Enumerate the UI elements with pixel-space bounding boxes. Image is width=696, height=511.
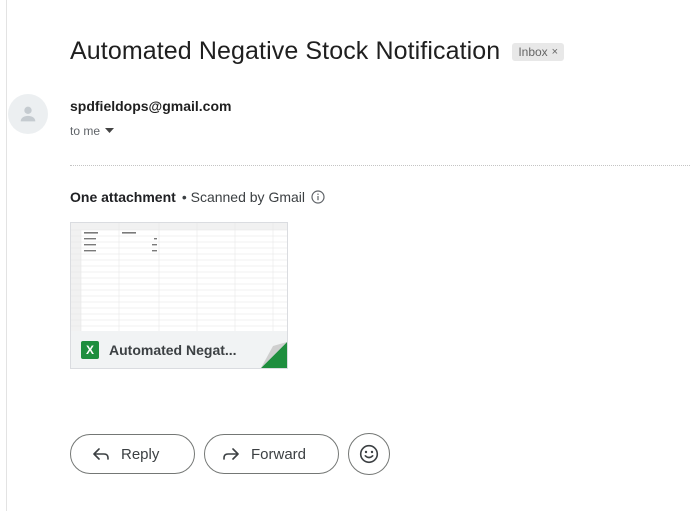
forward-label: Forward [251,445,307,463]
attachment-card[interactable]: X Automated Negat... [70,222,288,369]
reply-arrow-icon [93,448,109,460]
person-icon [20,106,36,122]
remove-label-button[interactable]: × [552,46,558,58]
attachment-file-name: Automated Negat... [109,341,237,358]
reply-button[interactable]: Reply [70,434,195,474]
attachment-count: One attachment [70,189,176,205]
avatar[interactable] [8,94,48,134]
reply-label: Reply [121,445,160,463]
excel-icon: X [81,340,99,359]
spreadsheet-thumbnail [71,223,287,331]
smiley-icon [359,444,379,464]
recipient-label: to me [70,124,101,138]
emoji-reaction-button[interactable] [348,433,390,475]
subject-row: Automated Negative Stock Notification In… [70,37,565,66]
caret-down-icon [105,128,115,133]
sender-email[interactable]: spdfieldops@gmail.com [70,98,231,114]
forward-button[interactable]: Forward [204,434,339,474]
email-subject: Automated Negative Stock Notification [70,37,501,65]
recipient-details-toggle[interactable]: to me [70,124,115,138]
label-chip-text: Inbox [518,44,548,59]
left-divider [6,0,7,511]
scan-status: • Scanned by Gmail [181,189,305,205]
attachments-header: One attachment • Scanned by Gmail [70,189,325,205]
attachment-file-bar: X Automated Negat... [71,331,287,368]
forward-arrow-icon [223,448,239,460]
reply-actions: Reply Forward [70,433,390,475]
header-divider [70,165,690,166]
info-icon[interactable] [311,190,325,204]
inbox-label-chip[interactable]: Inbox × [512,42,565,61]
page-fold-icon [261,342,287,368]
